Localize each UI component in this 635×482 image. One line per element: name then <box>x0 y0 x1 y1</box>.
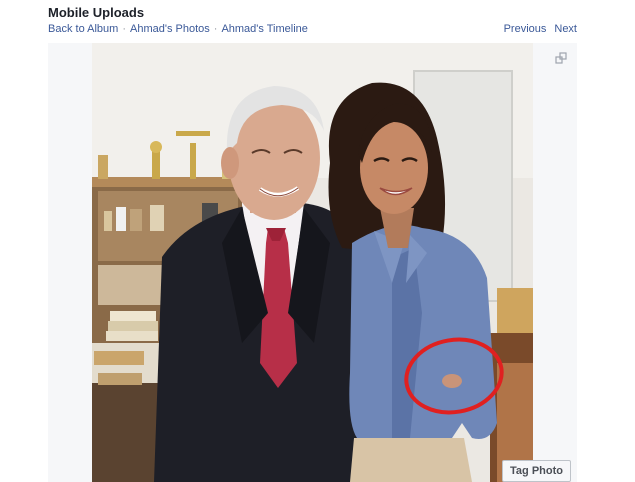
tag-photo-button[interactable]: Tag Photo <box>502 460 571 482</box>
breadcrumb: Back to Album · Ahmad's Photos · Ahmad's Tim… <box>48 23 308 35</box>
expand-icon[interactable] <box>555 52 567 64</box>
back-to-album-link[interactable]: Back to Album <box>48 23 118 35</box>
photos-link[interactable]: Ahmad's Photos <box>130 23 210 35</box>
timeline-link[interactable]: Ahmad's Timeline <box>221 23 307 35</box>
breadcrumb-separator: · <box>213 23 218 35</box>
previous-link[interactable]: Previous <box>504 23 547 35</box>
photo-viewer: Tag Photo <box>48 43 577 482</box>
photo-navigation: Previous Next <box>504 23 577 35</box>
album-title: Mobile Uploads <box>48 5 145 20</box>
next-link[interactable]: Next <box>554 23 577 35</box>
photo-image <box>92 43 533 482</box>
photo[interactable] <box>92 43 533 482</box>
breadcrumb-separator: · <box>122 23 126 35</box>
